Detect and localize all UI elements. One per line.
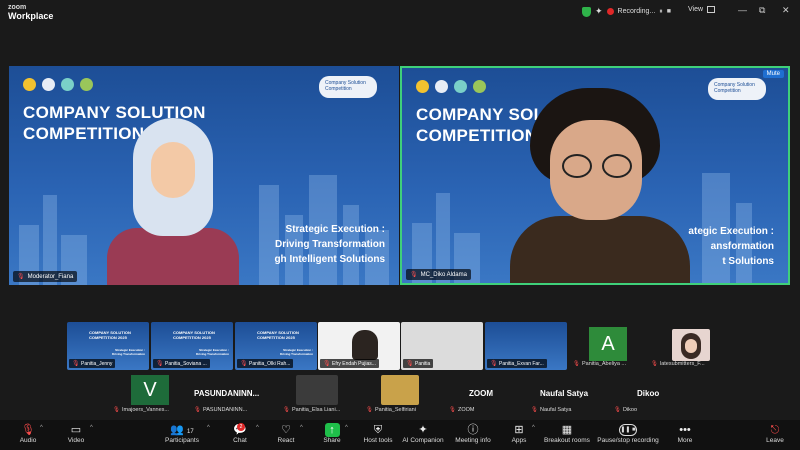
video-options-chevron-icon[interactable]: ^ xyxy=(90,425,93,431)
breakout-rooms-button[interactable]: ▦ Breakout rooms xyxy=(543,423,591,444)
share-options-chevron-icon[interactable]: ^ xyxy=(345,425,348,431)
minimize-button[interactable]: — xyxy=(738,5,747,15)
apps-grid-icon: ⊞ xyxy=(514,424,524,436)
pause-stop-recording-button[interactable]: ❚❚ ■ Pause/stop recording xyxy=(596,423,660,444)
gallery-tile-label: 🎙 Panitia_Olki Rah... xyxy=(237,359,294,368)
pause-stop-icon: ❚❚ ■ xyxy=(619,424,637,436)
gallery-tile-label: 🎙 Panitia_Elsa Liani... xyxy=(283,407,341,413)
react-options-chevron-icon[interactable]: ^ xyxy=(300,425,303,431)
title-bar: zoom Workplace ✦ Recording... ⏸ ■ View —… xyxy=(0,0,800,24)
participant-thumbnail[interactable] xyxy=(296,375,338,405)
competition-logo: Company Solution Competition xyxy=(708,78,766,100)
gallery-tile-label: 🎙 Dikoo xyxy=(614,407,638,413)
chat-button[interactable]: 💬 2 Chat xyxy=(228,423,252,444)
view-button[interactable]: View xyxy=(688,6,716,13)
participant-name-display[interactable]: PASUNDANINN... xyxy=(194,389,259,398)
gallery-tile-label: 🎙 Panitia_Jenny xyxy=(69,359,116,368)
participant-video-mc xyxy=(510,88,690,283)
video-button[interactable]: ▭ Video xyxy=(64,423,88,444)
grid-view-icon xyxy=(707,6,716,13)
gallery-tile[interactable]: 🎙 Efry Endah Pujias... xyxy=(318,322,400,370)
recording-indicator[interactable]: ✦ Recording... ⏸ ■ xyxy=(582,4,672,19)
apps-button[interactable]: ⊞ Apps xyxy=(508,423,530,444)
gallery-tile-label: 🎙 ZOOM xyxy=(449,407,475,413)
participant-thumbnail xyxy=(352,330,378,360)
video-tile-mc[interactable]: Company Solution Competition COMPANY SOL… xyxy=(400,66,790,285)
gallery-tile-label: 🎙 Panitia xyxy=(403,359,434,368)
info-icon: ⓘ xyxy=(467,424,479,436)
participant-video-moderator xyxy=(107,118,239,285)
more-dots-icon: ••• xyxy=(679,424,691,436)
gallery-tile-label: 🎙 PASUNDANINN... xyxy=(194,407,248,413)
security-shield-icon[interactable] xyxy=(582,6,591,17)
leave-button[interactable]: ⎋ Leave xyxy=(764,423,786,444)
brand-bottom: Workplace xyxy=(8,11,54,21)
gallery-tile[interactable]: 🎙 Panitia_Exvan Far... xyxy=(485,322,567,370)
ai-companion-button[interactable]: ✦ AI Companion xyxy=(401,423,445,444)
share-arrow-icon: ↑ xyxy=(324,423,340,437)
more-button[interactable]: ••• More xyxy=(674,423,696,444)
mute-button[interactable]: Mute xyxy=(762,70,784,78)
participant-thumbnail[interactable] xyxy=(672,329,710,361)
gallery-tile-label: 🎙 Imajoers_Vannes... xyxy=(113,407,169,413)
gallery-tile[interactable]: 🎙 Panitia xyxy=(401,322,483,370)
video-tile-moderator[interactable]: Company Solution Competition COMPANY SOL… xyxy=(9,66,399,285)
share-button[interactable]: ↑ Share xyxy=(320,423,344,444)
gallery-tile[interactable]: COMPANY SOLUTION COMPETITION 2025 Strateg… xyxy=(67,322,149,370)
recording-dot-icon xyxy=(606,8,614,15)
gallery-tile-label: 🎙 Panitia_Soviana ... xyxy=(153,359,210,368)
host-tools-button[interactable]: ⛨ Host tools xyxy=(360,423,396,444)
participants-options-chevron-icon[interactable]: ^ xyxy=(207,425,210,431)
participant-name-display[interactable]: Dikoo xyxy=(637,389,659,398)
apps-options-chevron-icon[interactable]: ^ xyxy=(532,425,535,431)
mic-muted-icon: 🎙 xyxy=(17,274,25,280)
participants-button[interactable]: 👥 17 Participants xyxy=(162,423,202,444)
ai-sparkle-icon[interactable]: ✦ xyxy=(595,6,603,17)
participant-thumbnail[interactable] xyxy=(381,375,419,405)
audio-options-chevron-icon[interactable]: ^ xyxy=(40,425,43,431)
mic-muted-icon: 🎙 xyxy=(21,424,35,436)
leave-door-icon: ⎋ xyxy=(770,424,780,436)
chat-options-chevron-icon[interactable]: ^ xyxy=(256,425,259,431)
participant-avatar[interactable]: V xyxy=(131,375,169,405)
view-label: View xyxy=(688,6,704,13)
audio-button[interactable]: 🎙 Audio xyxy=(18,423,38,444)
gallery-tile-label: 🎙 Efry Endah Pujias... xyxy=(320,359,379,368)
sponsor-logos xyxy=(416,80,486,93)
gallery-tile-label: 🎙 latesubmitters_F... xyxy=(651,361,705,367)
participant-name-display[interactable]: ZOOM xyxy=(469,389,493,398)
participants-icon: 👥 17 xyxy=(170,424,194,436)
competition-logo: Company Solution Competition xyxy=(319,76,377,98)
recording-label: Recording... xyxy=(617,8,656,15)
close-button[interactable]: ✕ xyxy=(782,5,790,16)
mic-muted-icon: 🎙 xyxy=(410,272,418,278)
restore-button[interactable]: ⧉ xyxy=(759,5,765,16)
react-button[interactable]: ♡ React xyxy=(274,423,298,444)
recording-controls[interactable]: ⏸ ■ xyxy=(659,8,672,16)
slide-subtitle: Strategic Execution : Driving Transforma… xyxy=(274,224,385,265)
app-logo: zoom Workplace xyxy=(8,3,53,21)
camera-icon: ▭ xyxy=(70,424,82,436)
heart-icon: ♡ xyxy=(281,424,291,436)
gallery-tile-label: 🎙 Naufal Satya xyxy=(531,407,572,413)
gallery-tile[interactable]: COMPANY SOLUTION COMPETITION 2025 Strateg… xyxy=(235,322,317,370)
gallery-tile[interactable]: COMPANY SOLUTION COMPETITION 2025 Strateg… xyxy=(151,322,233,370)
breakout-rooms-icon: ▦ xyxy=(561,424,573,436)
participant-avatar[interactable]: A xyxy=(589,327,627,361)
participant-name-tag: 🎙 Moderator_Fiana xyxy=(13,271,78,282)
gallery-tile-label: 🎙 Panitia_Abeliya ... xyxy=(573,361,627,367)
ai-sparkle-icon: ✦ xyxy=(418,424,428,436)
sponsor-logos xyxy=(23,78,93,91)
gallery-tile-label: 🎙 Panitia_Selfiriani xyxy=(366,407,416,413)
participant-name-tag: 🎙 MC_Diko Aldama xyxy=(406,269,471,280)
shield-icon: ⛨ xyxy=(373,424,383,436)
participant-name-display[interactable]: Naufal Satya xyxy=(540,389,588,398)
chat-unread-badge: 2 xyxy=(237,423,245,431)
meeting-info-button[interactable]: ⓘ Meeting info xyxy=(453,423,493,444)
gallery-tile-label: 🎙 Panitia_Exvan Far... xyxy=(487,359,547,368)
meeting-toolbar: 🎙 Audio ^ ▭ Video ^ 👥 17 Participants ^ … xyxy=(0,420,800,450)
